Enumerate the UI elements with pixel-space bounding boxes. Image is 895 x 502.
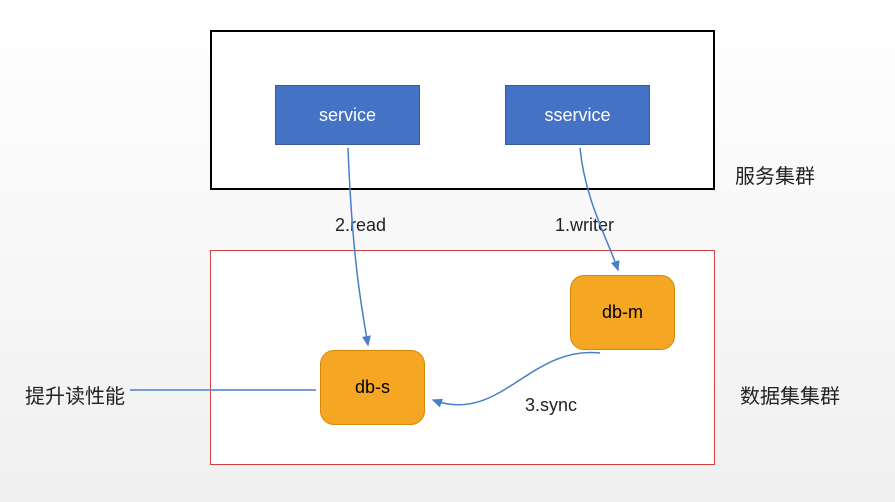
db-slave-node: db-s xyxy=(320,350,425,425)
service-cluster-label: 服务集群 xyxy=(735,160,815,189)
data-cluster-label: 数据集集群 xyxy=(740,380,840,409)
read-performance-label: 提升读性能 xyxy=(25,380,125,409)
edge-label-read: 2.read xyxy=(335,215,386,236)
db-master-node: db-m xyxy=(570,275,675,350)
service-node-1: service xyxy=(275,85,420,145)
edge-label-writer: 1.writer xyxy=(555,215,614,236)
service-node-2: sservice xyxy=(505,85,650,145)
edge-label-sync: 3.sync xyxy=(525,395,577,416)
